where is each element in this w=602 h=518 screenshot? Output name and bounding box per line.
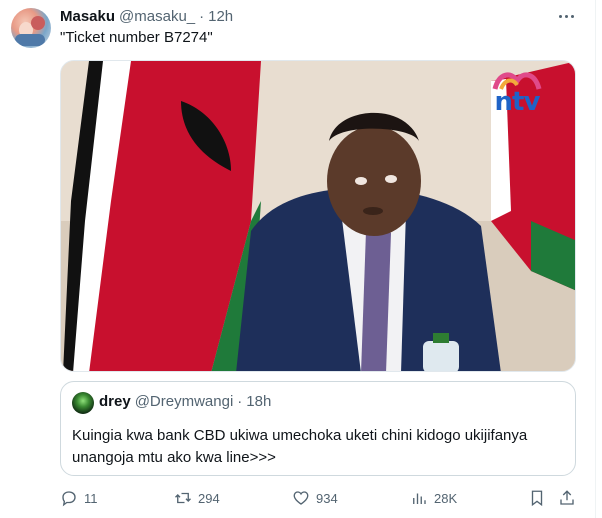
quoted-tweet-text: Kuingia kwa bank CBD ukiwa umechoka uket…	[72, 427, 528, 466]
ntv-logo: ntv	[477, 69, 557, 117]
share-icon	[560, 490, 574, 505]
retweet-button[interactable]: 294	[174, 487, 220, 509]
header-separator: ·	[199, 7, 205, 25]
author-avatar[interactable]	[11, 8, 51, 48]
tweet-header: Masaku @masaku_ · 12h	[60, 6, 233, 26]
quoted-tweet-timestamp[interactable]: 18h	[246, 393, 271, 410]
like-count: 934	[316, 490, 338, 506]
bookmark-button[interactable]	[528, 487, 546, 509]
tweet-text: "Ticket number B7274"	[60, 29, 213, 46]
author-handle[interactable]: @masaku_	[119, 8, 195, 25]
views-icon	[413, 493, 426, 504]
quoted-header-separator: ·	[237, 393, 243, 410]
share-button[interactable]	[558, 487, 576, 509]
like-icon	[293, 491, 309, 505]
reply-button[interactable]: 11	[60, 487, 98, 509]
retweet-count: 294	[198, 490, 220, 506]
quoted-tweet[interactable]: drey @Dreymwangi · 18h Kuingia kwa bank …	[60, 381, 576, 476]
like-button[interactable]: 934	[292, 487, 338, 509]
flag-left	[63, 61, 261, 371]
tweet-actions-bar: 11 294 934 28K	[60, 487, 580, 509]
quoted-author-display-name[interactable]: drey	[99, 393, 131, 410]
views-button[interactable]: 28K	[410, 487, 457, 509]
bookmark-icon	[531, 490, 543, 507]
author-display-name[interactable]: Masaku	[60, 8, 115, 25]
tweet-media-image[interactable]: ntv	[60, 60, 576, 372]
tweet-timestamp[interactable]: 12h	[208, 8, 233, 25]
ntv-watermark: ntv	[494, 87, 541, 117]
reply-count: 11	[84, 490, 98, 506]
views-count: 28K	[434, 490, 458, 506]
more-options-icon[interactable]	[556, 8, 576, 24]
quoted-author-handle[interactable]: @Dreymwangi	[135, 393, 234, 410]
quoted-tweet-header: drey @Dreymwangi · 18h	[99, 393, 271, 410]
timeline-divider	[595, 0, 596, 518]
reply-icon	[62, 491, 76, 507]
retweet-icon	[175, 492, 191, 504]
quoted-author-avatar[interactable]	[72, 392, 94, 414]
